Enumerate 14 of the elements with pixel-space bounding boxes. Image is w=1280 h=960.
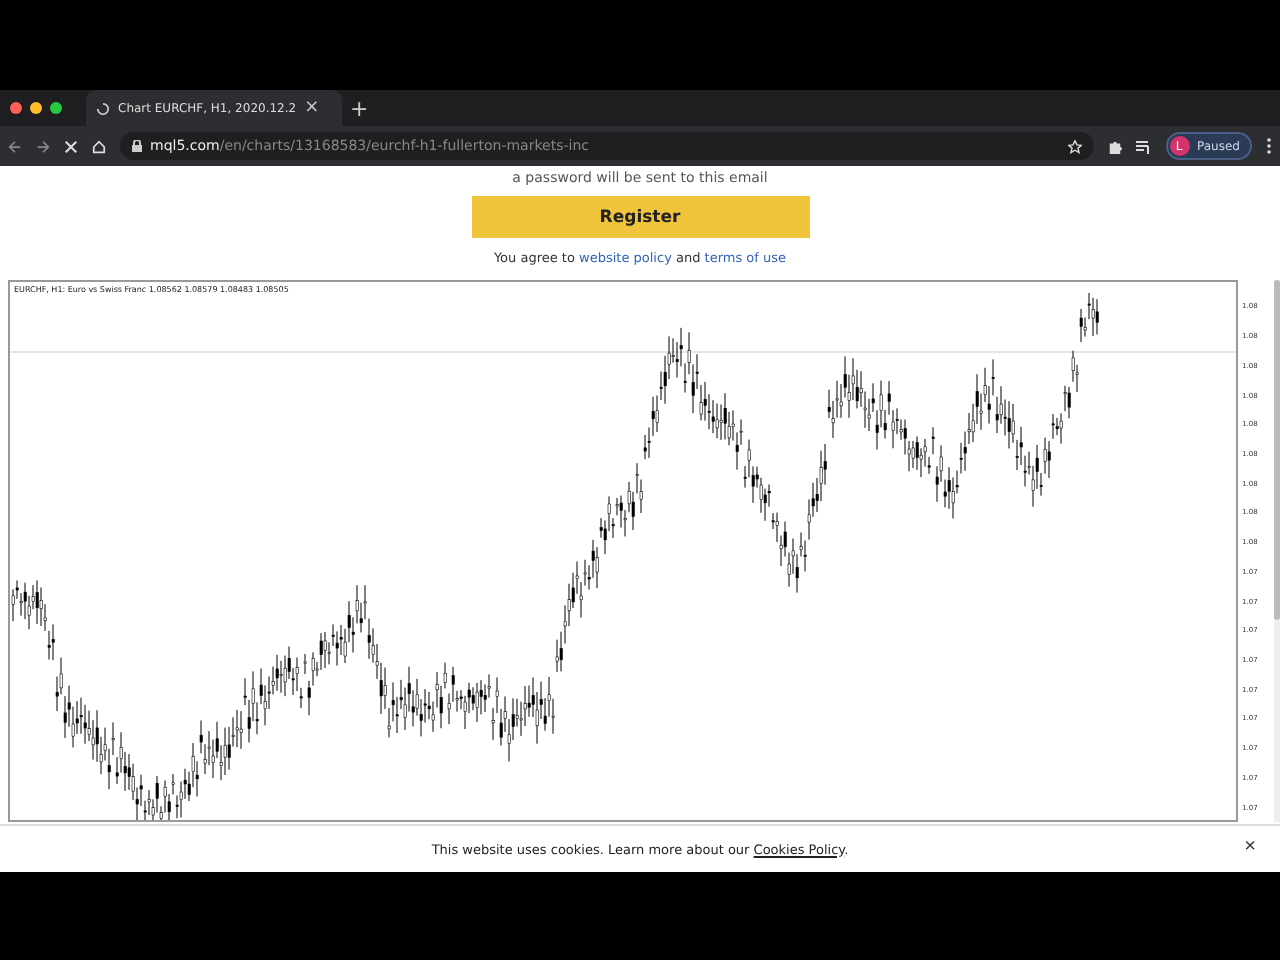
scrollbar-thumb[interactable]: [1273, 280, 1280, 620]
menu-icon[interactable]: [1266, 138, 1272, 154]
forward-icon[interactable]: [36, 139, 50, 153]
register-button[interactable]: Register: [471, 196, 809, 238]
stop-icon[interactable]: [64, 139, 78, 153]
puzzle-icon[interactable]: [1107, 139, 1122, 153]
close-button[interactable]: ×: [1244, 836, 1256, 858]
media-icon[interactable]: [1135, 139, 1152, 153]
home-icon[interactable]: [92, 139, 106, 153]
close-tab-button[interactable]: ×: [304, 99, 320, 117]
lock-icon: [132, 140, 142, 152]
new-tab-button[interactable]: +: [350, 97, 369, 119]
star-icon[interactable]: [1067, 139, 1082, 153]
back-icon[interactable]: [8, 139, 22, 153]
